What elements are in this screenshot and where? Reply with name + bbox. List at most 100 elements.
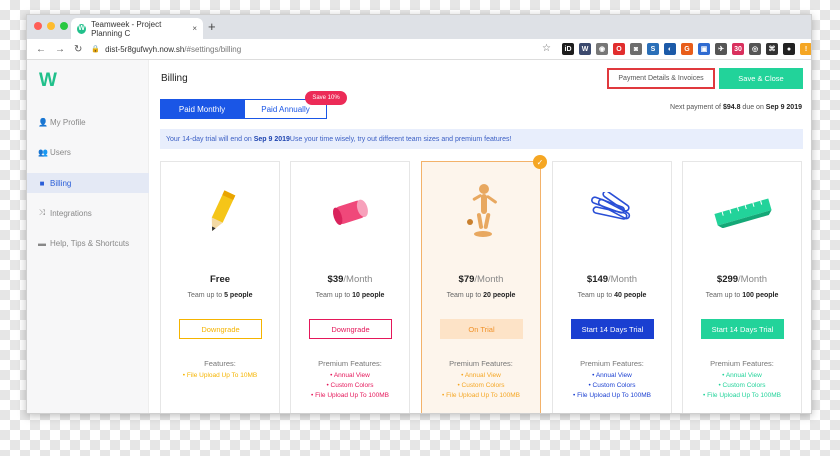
billing-period-toggle: Paid Monthly Paid Annually — [160, 99, 327, 119]
url-field[interactable]: 🔒 dist-5r8gufwyh.now.sh/#settings/billin… — [91, 45, 551, 54]
browser-tab[interactable]: W Teamweek - Project Planning C × — [71, 18, 203, 39]
team-size: Team up to 5 people — [161, 292, 279, 299]
team-count: 20 people — [483, 292, 516, 299]
features-title: Premium Features: — [710, 359, 774, 368]
feature-item: • File Upload Up To 10MB — [182, 372, 258, 379]
team-prefix: Team up to — [577, 292, 615, 299]
team-size: Team up to 20 people — [422, 292, 540, 299]
feature-item: • Annual View — [461, 372, 501, 379]
feature-item: • Annual View — [330, 372, 370, 379]
team-prefix: Team up to — [446, 292, 484, 299]
extension-icon[interactable]: ▣ — [698, 43, 710, 55]
maximize-window-button[interactable] — [60, 22, 68, 30]
trial-banner: Your 14-day trial will end on Sep 9 2019… — [160, 129, 803, 149]
price-period: /Month — [608, 274, 638, 285]
plan-card[interactable]: Free Team up to 5 people Downgrade Features… — [160, 161, 280, 413]
feature-item: • Annual View — [722, 372, 762, 379]
trial-date: Sep 9 2019 — [253, 135, 290, 143]
tab-close-icon[interactable]: × — [192, 24, 197, 33]
reload-icon[interactable]: ↻ — [74, 44, 82, 55]
features-title: Premium Features: — [449, 359, 513, 368]
checkmark-icon: ✓ — [533, 155, 547, 169]
paid-monthly-tab[interactable]: Paid Monthly — [160, 99, 244, 119]
extension-icon[interactable]: ● — [783, 43, 795, 55]
save-badge: Save 10% — [305, 91, 347, 105]
plan-card[interactable]: $299/Month Team up to 100 people Start 14 … — [682, 161, 802, 413]
sidebar-item-my-profile[interactable]: 👤 My Profile — [27, 112, 149, 132]
paperclips-illustration — [573, 182, 653, 242]
extension-icon[interactable]: ◎ — [749, 43, 761, 55]
team-prefix: Team up to — [705, 292, 743, 299]
close-window-button[interactable] — [34, 22, 42, 30]
back-icon[interactable]: ← — [36, 44, 46, 55]
price-amount: $149 — [586, 274, 609, 285]
browser-window: W Teamweek - Project Planning C × + ← → … — [26, 14, 812, 414]
extension-icon[interactable]: W — [579, 43, 591, 55]
feature-item: • Custom Colors — [588, 382, 636, 389]
new-tab-button[interactable]: + — [208, 19, 216, 34]
extension-icon[interactable]: ◉ — [596, 43, 608, 55]
next-payment-text: Next payment of $94.8 due on Sep 9 2019 — [670, 104, 802, 111]
extension-icon[interactable]: 30 — [732, 43, 744, 55]
teamweek-logo[interactable]: W — [39, 70, 57, 92]
ruler-illustration — [703, 182, 783, 242]
price-period: /Month — [474, 274, 504, 285]
team-size: Team up to 40 people — [553, 292, 671, 299]
price-amount: $79 — [458, 274, 475, 285]
nav-buttons: ← → ↻ — [36, 44, 82, 55]
next-payment-prefix: Next payment of — [670, 104, 723, 111]
tab-title: Teamweek - Project Planning C — [91, 19, 162, 38]
extensions-toolbar: iD W ◉ O ◙ S ◐ G ▣ ✈ 30 ◎ ⌘ ●! — [562, 43, 811, 55]
mannequin-illustration — [442, 182, 522, 242]
plan-card[interactable]: ✓ $79/Month Team up to 20 people On Trial Pr… — [421, 155, 547, 413]
sidebar-item-label: Users — [50, 147, 71, 157]
payment-details-button[interactable]: Payment Details & Invoices — [607, 68, 715, 89]
forward-icon[interactable]: → — [55, 44, 65, 55]
next-payment-middle: due on — [740, 104, 766, 111]
price-amount: Free — [209, 274, 231, 285]
user-icon: 👤 — [38, 117, 48, 127]
trial-prefix: Your 14-day trial will end on — [166, 135, 252, 143]
extension-icon[interactable]: ✈ — [715, 43, 727, 55]
extension-icon[interactable]: O — [613, 43, 625, 55]
extension-icon[interactable]: ◙ — [630, 43, 642, 55]
url-host: dist-5r8gufwyh.now.sh — [105, 44, 185, 54]
plan-price: Free — [161, 274, 279, 285]
window-controls — [34, 22, 68, 30]
sidebar-item-label: Billing — [50, 178, 72, 188]
save-close-button[interactable]: Save & Close — [719, 68, 803, 89]
price-amount: $299 — [716, 274, 739, 285]
sidebar-item-users[interactable]: 👥 Users — [27, 142, 149, 162]
sidebar-item-integrations[interactable]: ⤨ Integrations — [27, 203, 149, 223]
sidebar-item-help-tips-shortcuts[interactable]: ▬ Help, Tips & Shortcuts — [27, 233, 149, 253]
extension-icon[interactable]: ! — [800, 43, 811, 55]
plan-cards: Free Team up to 5 people Downgrade Features… — [160, 155, 803, 413]
extension-icon[interactable]: ◐ — [664, 43, 676, 55]
features-title: Features: — [204, 359, 236, 368]
tab-bar: W Teamweek - Project Planning C × + — [27, 15, 811, 39]
start-trial-button[interactable]: Start 14 Days Trial — [701, 319, 784, 339]
downgrade-button[interactable]: Downgrade — [179, 319, 262, 339]
sidebar-item-label: Help, Tips & Shortcuts — [50, 238, 130, 248]
extension-icon[interactable]: iD — [562, 43, 574, 55]
plan-card[interactable]: $149/Month Team up to 40 people Start 14 D… — [552, 161, 672, 413]
downgrade-button[interactable]: Downgrade — [309, 319, 392, 339]
address-bar: ← → ↻ 🔒 dist-5r8gufwyh.now.sh/#settings/… — [27, 39, 811, 60]
extension-icon[interactable]: S — [647, 43, 659, 55]
minimize-window-button[interactable] — [47, 22, 55, 30]
folder-icon: ■ — [39, 178, 45, 188]
on-trial-button[interactable]: On Trial — [440, 319, 523, 339]
extension-icon[interactable]: ⌘ — [766, 43, 778, 55]
extension-icon[interactable]: G — [681, 43, 693, 55]
team-size: Team up to 100 people — [683, 292, 801, 299]
next-payment-amount: $94.8 — [722, 104, 741, 111]
plan-price: $299/Month — [683, 274, 801, 285]
sidebar-item-billing[interactable]: ■ Billing — [27, 173, 149, 193]
start-trial-button[interactable]: Start 14 Days Trial — [571, 319, 654, 339]
bookmark-star-icon[interactable]: ☆ — [542, 43, 551, 54]
feature-item: • Custom Colors — [718, 382, 766, 389]
team-count: 100 people — [742, 292, 779, 299]
eraser-illustration — [311, 182, 391, 242]
plan-card[interactable]: $39/Month Team up to 10 people Downgrade Pr… — [290, 161, 410, 413]
billing-main: Billing Payment Details & Invoices Save … — [149, 60, 811, 413]
